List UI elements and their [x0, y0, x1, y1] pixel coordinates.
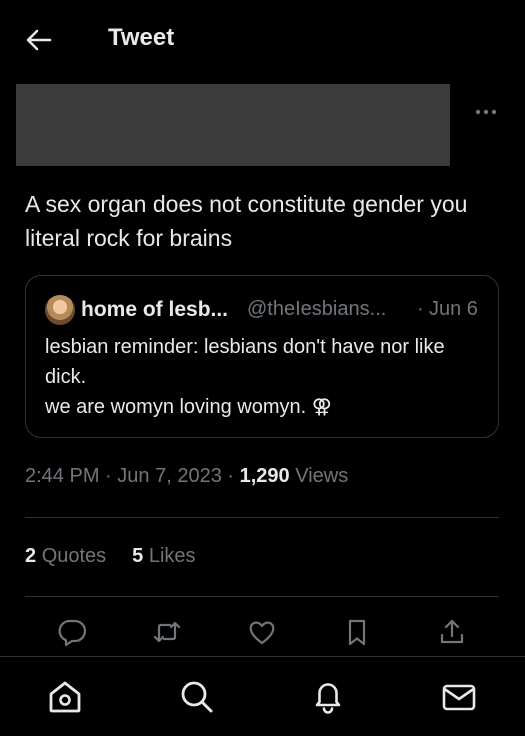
likes-stat[interactable]: 5 Likes — [132, 545, 195, 567]
divider — [25, 596, 499, 597]
quoted-text: lesbian reminder: lesbians don't have no… — [45, 332, 485, 422]
page-title: Tweet — [108, 24, 175, 51]
top-header: Tweet — [0, 0, 525, 78]
quotes-label: Quotes — [41, 545, 107, 567]
retweet-icon[interactable] — [147, 612, 187, 652]
home-icon[interactable] — [43, 675, 87, 719]
quoted-author-handle[interactable]: @theIesbians... — [247, 298, 386, 321]
redacted-author-block — [16, 84, 450, 166]
like-icon[interactable] — [242, 612, 282, 652]
quoted-date[interactable]: Jun 6 — [429, 298, 478, 321]
views-label: Views — [295, 465, 349, 487]
more-horizontal-icon[interactable] — [470, 100, 504, 124]
bottom-tab-bar — [0, 656, 525, 736]
search-icon[interactable] — [175, 675, 219, 719]
back-arrow-icon[interactable] — [24, 25, 54, 55]
separator-dot: · — [417, 298, 424, 320]
tweet-meta: 2:44 PM · Jun 7, 2023 · 1,290 Views — [25, 465, 348, 488]
reply-icon[interactable] — [52, 612, 92, 652]
quoted-text-line: lesbian reminder: lesbians don't have no… — [45, 336, 445, 388]
quoted-tweet[interactable]: home of lesb... @theIesbians... · Jun 6 … — [25, 275, 499, 438]
share-icon[interactable] — [432, 612, 472, 652]
tweet-time[interactable]: 2:44 PM — [25, 465, 99, 487]
tweet-text: A sex organ does not constitute gender y… — [25, 191, 468, 251]
separator-dot: · — [227, 465, 235, 487]
likes-label: Likes — [148, 545, 196, 567]
notifications-icon[interactable] — [306, 675, 350, 719]
separator-dot: · — [105, 465, 112, 487]
bookmark-icon[interactable] — [337, 612, 377, 652]
quoted-author-name[interactable]: home of lesb... — [81, 298, 228, 322]
quoted-text-line: we are womyn loving womyn. ⚢ — [45, 396, 332, 418]
quotes-count: 2 — [25, 545, 37, 567]
views-count: 1,290 — [239, 465, 290, 487]
engagement-stats: 2 Quotes 5 Likes — [25, 545, 196, 568]
divider — [25, 517, 499, 518]
messages-icon[interactable] — [437, 675, 481, 719]
action-bar — [0, 612, 525, 652]
avatar[interactable] — [45, 295, 75, 325]
tweet-date[interactable]: Jun 7, 2023 — [117, 465, 222, 487]
quotes-stat[interactable]: 2 Quotes — [25, 545, 106, 567]
likes-count: 5 — [132, 545, 144, 567]
